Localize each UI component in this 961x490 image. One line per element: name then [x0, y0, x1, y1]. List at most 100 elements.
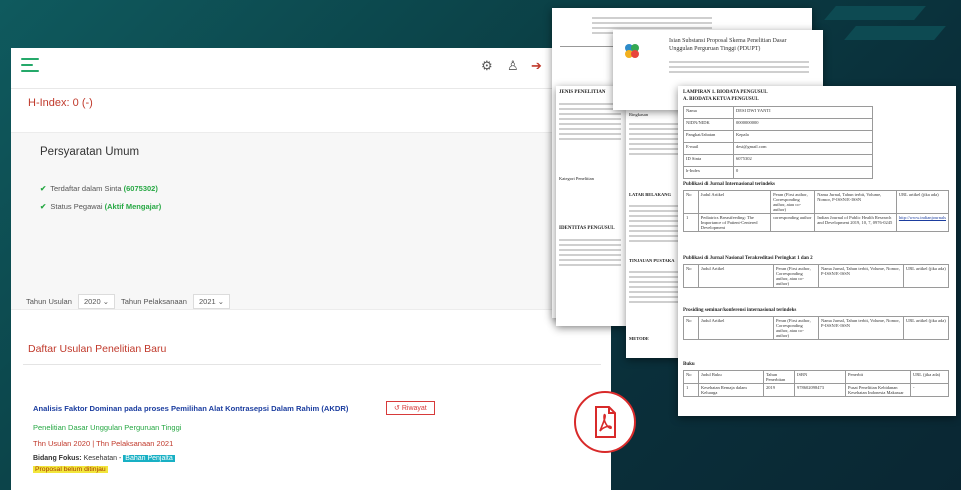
biodata-key: Nama — [683, 106, 734, 119]
book-judul: Kesehatan Remaja dalam Keluarga — [698, 383, 764, 397]
divider — [23, 364, 601, 365]
doc-latar: LATAR BELAKANG — [629, 192, 671, 197]
hindex-value: 0 (-) — [72, 97, 93, 109]
daftar-title: Daftar Usulan Penelitian Baru — [28, 343, 167, 355]
tahun-usulan-value: 2020 — [83, 297, 101, 306]
requirement-item: ✔ Status Pegawai (Aktif Mengajar) — [40, 202, 161, 211]
pdf-glyph — [595, 406, 616, 438]
logout-icon[interactable]: ➔ — [531, 58, 542, 74]
book-col: Penerbit — [845, 370, 911, 384]
doc4-lines — [559, 100, 621, 143]
biodata-key: E-mail — [683, 142, 734, 155]
pub-judul: Pediatrics Breastfeeding: The Importance… — [697, 213, 772, 232]
proposal-status: Proposal belum ditinjau — [33, 466, 108, 473]
doc3-header-2: A. BIODATA KETUA PENGUSUL — [683, 97, 759, 102]
book-no: 1 — [683, 383, 699, 397]
biodata-key: ID Sinta — [683, 154, 734, 167]
bidang-highlight: Bahan Penjalta — [123, 455, 175, 462]
col-jurnal: Nama Jurnal, Tahun terbit, Volume, Nomor… — [818, 316, 904, 340]
top-bar: ⚙ ♙ ➔ — [11, 48, 611, 89]
biodata-value: desi@gmail.com — [733, 142, 873, 155]
bidang-value: Kesehatan - — [83, 455, 122, 462]
book-col: Tahun Penerbitan — [763, 370, 795, 384]
book-col: No — [683, 370, 699, 384]
proposal-title[interactable]: Analisis Faktor Dominan pada proses Pemi… — [33, 404, 348, 413]
doc3-sec-b: Publikasi di Jurnal Internasional terind… — [683, 182, 775, 187]
requirement-label: Terdaftar dalam Sinta — [50, 184, 122, 193]
col-jurnal: Nama Jurnal, Tahun terbit, Volume, Nomor… — [818, 264, 904, 288]
check-icon: ✔ — [40, 184, 47, 193]
document-page: JENIS PENELITIAN Kategori Penelitian IDE… — [556, 86, 626, 326]
pub-url[interactable]: http://www.indianjournals — [895, 213, 950, 232]
requirements-section — [11, 132, 611, 310]
riwayat-label: Riwayat — [401, 405, 427, 412]
app-panel: ⚙ ♙ ➔ H-Index: 0 (-) Persyaratan Umum ✔ … — [11, 48, 611, 490]
biodata-table: Nama DESI DWI YANTI NIDN/NIDK 0000000000 P… — [683, 106, 873, 179]
chevron-down-icon: ⌄ — [217, 297, 225, 306]
biodata-value: 0000000000 — [733, 118, 873, 131]
bg-stripe — [824, 6, 926, 20]
pub-table-intl: No Judul Artikel Peran (First author, Co… — [683, 190, 950, 232]
col-judul: Judul Artikel — [698, 316, 774, 340]
col-peran: Peran (First author, Corresponding autho… — [773, 316, 819, 340]
doc-metode: METODE — [629, 336, 649, 341]
biodata-value: Kepala — [733, 130, 873, 143]
book-isbn: 978602098473 — [794, 383, 846, 397]
hindex-label: H-Index: — [28, 97, 70, 109]
requirement-value: (Aktif Mengajar) — [104, 202, 162, 211]
book-penerbit: Pusat Penelitian Kebidanan Kesehatan Ind… — [845, 383, 911, 397]
menu-icon[interactable] — [21, 58, 39, 74]
proposal-skema: Penelitian Dasar Unggulan Perguruan Ting… — [33, 423, 182, 432]
tahun-usulan-select[interactable]: 2020 ⌄ — [77, 294, 116, 309]
tahun-pelaksanaan-select[interactable]: 2021 ⌄ — [192, 294, 231, 309]
col-url: URL artikel (jika ada) — [903, 264, 949, 288]
pub-no: 1 — [683, 213, 699, 232]
doc4-lines — [559, 236, 621, 269]
col-no: No — [683, 264, 699, 288]
doc2-title-1: Isian Substansi Proposal Skema Penelitia… — [669, 38, 787, 44]
tahun-pelaksanaan-label: Tahun Pelaksanaan — [121, 297, 187, 306]
tahun-usulan-label: Tahun Usulan — [26, 297, 72, 306]
document-page: LAMPIRAN 1. BIODATA PENGUSUL A. BIODATA … — [678, 86, 956, 416]
proposal-tahun: Thn Usulan 2020 | Thn Pelaksanaan 2021 — [33, 439, 174, 448]
bidang-label: Bidang Fokus: — [33, 455, 82, 462]
doc3-sec-e: Buku — [683, 362, 695, 367]
col-url: URL artikel (jika ada) — [903, 316, 949, 340]
biodata-key: Pangkat/Jabatan — [683, 130, 734, 143]
doc-lines — [629, 268, 681, 306]
biodata-value: 6075302 — [733, 154, 873, 167]
book-col: URL (jika ada) — [910, 370, 949, 384]
col-url: URL artikel (jika ada) — [895, 190, 950, 214]
pdf-icon[interactable] — [574, 391, 636, 453]
user-icon[interactable]: ♙ — [507, 58, 519, 74]
pub-table-nasional: No Judul Artikel Peran (First author, Co… — [683, 264, 949, 288]
doc2-title-2: Unggulan Perguruan Tinggi (PDUPT) — [669, 46, 761, 52]
doc-ringkasan: Ringkasan — [629, 112, 648, 117]
pub-peran: corresponding author — [770, 213, 816, 232]
pub-table-prosiding: No Judul Artikel Peran (First author, Co… — [683, 316, 949, 340]
requirement-label: Status Pegawai — [50, 202, 103, 211]
book-tahun: 2019 — [763, 383, 795, 397]
book-table: No Judul Buku Tahun Penerbitan ISBN Pene… — [683, 370, 949, 397]
doc-lines — [629, 202, 681, 245]
col-judul: Judul Artikel — [697, 190, 772, 214]
doc-tinjauan: TINJAUAN PUSTAKA — [629, 258, 675, 263]
requirement-item: ✔ Terdaftar dalam Sinta (6075302) — [40, 184, 158, 193]
doc3-header-1: LAMPIRAN 1. BIODATA PENGUSUL — [683, 90, 768, 95]
check-icon: ✔ — [40, 202, 47, 211]
biodata-key: h-Index — [683, 166, 734, 179]
hindex: H-Index: 0 (-) — [28, 97, 93, 109]
book-url: - — [910, 383, 949, 397]
book-col: Judul Buku — [698, 370, 764, 384]
chevron-down-icon: ⌄ — [102, 297, 110, 306]
doc2-lines — [669, 58, 809, 76]
biodata-value: 0 — [733, 166, 873, 179]
col-peran: Peran (First author, Corresponding autho… — [770, 190, 816, 214]
col-jurnal: Nama Jurnal, Tahun terbit, Volume, Nomor… — [814, 190, 897, 214]
doc3-sec-d: Prosiding seminar/konferensi internasion… — [683, 308, 797, 313]
document-page: Ringkasan LATAR BELAKANG TINJAUAN PUSTAK… — [626, 108, 686, 358]
settings-icon[interactable]: ⚙ — [481, 58, 493, 74]
col-no: No — [683, 316, 699, 340]
riwayat-button[interactable]: ↺ Riwayat — [386, 401, 435, 415]
doc4-jenis: JENIS PENELITIAN — [559, 90, 606, 95]
